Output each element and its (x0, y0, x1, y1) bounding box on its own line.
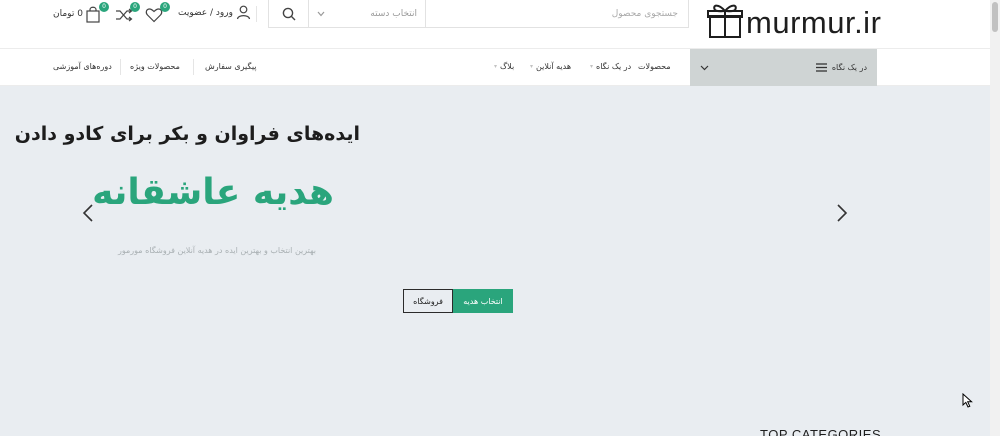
nav-link-courses[interactable]: دوره‌های آموزشی (53, 62, 112, 71)
nav-link-at-a-glance[interactable]: در یک نگاه ▾ (590, 62, 631, 71)
hero-slider: ایده‌های فراوان و بکر برای کادو دادن هدی… (0, 86, 990, 436)
category-menu-label: در یک نگاه (815, 63, 867, 72)
nav-divider (193, 59, 194, 75)
nav-link-online-gift-label: هدیه آنلاین (536, 62, 572, 71)
category-menu-toggle[interactable]: در یک نگاه (690, 49, 877, 86)
nav-link-special-products[interactable]: محصولات ویژه (130, 62, 180, 71)
top-categories-heading: TOP CATEGORIES (760, 428, 882, 436)
nav-link-blog[interactable]: بلاگ ▾ (494, 62, 514, 71)
hamburger-icon (815, 63, 827, 72)
chevron-down-icon (317, 11, 325, 16)
logo-text: murmur.ir (746, 5, 882, 40)
chevron-down-icon: ▾ (494, 63, 498, 70)
account-label: ورود / عضویت (178, 7, 233, 18)
cart-total[interactable]: 0 تومان (53, 9, 83, 19)
compare-count-badge: 0 (130, 2, 140, 12)
nav-link-products[interactable]: محصولات (638, 62, 671, 71)
search-button[interactable] (269, 0, 309, 27)
hero-description: بهترین انتخاب و بهترین ایده در هدیه آنلا… (117, 246, 316, 255)
category-menu-text: در یک نگاه (831, 63, 867, 72)
chevron-down-icon: ▾ (590, 63, 594, 70)
nav-divider (120, 59, 121, 75)
cart-button[interactable]: 0 (84, 2, 109, 24)
user-icon (236, 5, 251, 20)
hero-subtitle: ایده‌های فراوان و بکر برای کادو دادن (14, 123, 360, 145)
page-scrollbar[interactable] (990, 0, 1000, 436)
choose-gift-button[interactable]: انتخاب هدیه (453, 289, 513, 313)
shop-button[interactable]: فروشگاه (403, 289, 453, 313)
login-register-link[interactable]: ورود / عضویت (178, 5, 251, 20)
header-divider (256, 6, 257, 22)
site-header: murmur.ir انتخاب دسته ورود / عضویت 0 (0, 0, 990, 49)
mouse-cursor-icon (962, 393, 973, 408)
gift-box-icon (707, 4, 743, 38)
nav-link-order-tracking[interactable]: پیگیری سفارش (205, 62, 257, 71)
main-navigation: در یک نگاه محصولات در یک نگاه ▾ هدیه آنل… (0, 49, 990, 86)
scrollbar-thumb[interactable] (992, 2, 998, 32)
search-icon (282, 7, 295, 20)
compare-button[interactable]: 0 (115, 2, 140, 24)
nav-link-courses-label: دوره‌های آموزشی (53, 62, 112, 71)
site-logo[interactable]: murmur.ir (706, 0, 881, 38)
hero-buttons: فروشگاه انتخاب هدیه (403, 289, 513, 313)
wishlist-count-badge: 0 (160, 2, 170, 12)
chevron-down-icon: ▾ (530, 63, 534, 70)
nav-link-products-label: محصولات (638, 62, 671, 71)
wishlist-button[interactable]: 0 (145, 2, 170, 24)
search-bar: انتخاب دسته (268, 0, 689, 28)
cart-count-badge: 0 (99, 2, 109, 12)
nav-link-blog-label: بلاگ (500, 62, 515, 71)
nav-link-at-a-glance-label: در یک نگاه (596, 62, 632, 71)
chevron-right-icon[interactable] (835, 202, 849, 224)
category-select-value: انتخاب دسته (370, 8, 417, 19)
category-select[interactable]: انتخاب دسته (309, 0, 426, 27)
nav-link-order-tracking-label: پیگیری سفارش (205, 62, 257, 71)
nav-link-special-products-label: محصولات ویژه (130, 62, 180, 71)
hero-title: هدیه عاشقانه (92, 172, 334, 213)
nav-link-online-gift[interactable]: هدیه آنلاین ▾ (530, 62, 571, 71)
search-input[interactable] (426, 0, 688, 27)
chevron-down-icon (700, 65, 709, 70)
